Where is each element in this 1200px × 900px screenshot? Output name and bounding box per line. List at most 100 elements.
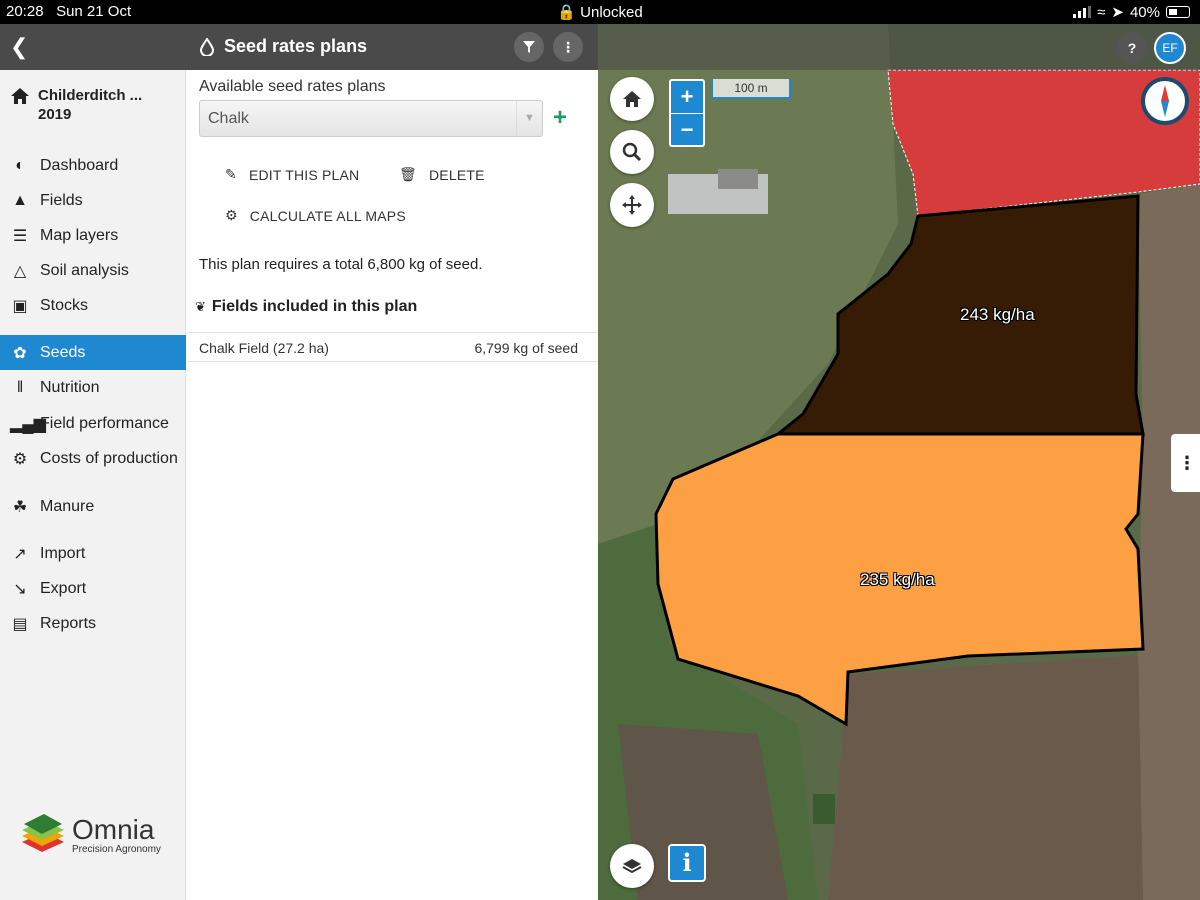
sidebar-item-label: Manure	[40, 497, 95, 515]
layers-map-button[interactable]	[610, 844, 654, 888]
compass-needle-icon	[1161, 85, 1169, 117]
header-title-group: Seed rates plans	[200, 36, 367, 57]
scale-bar: 100 m	[711, 79, 791, 99]
app-header: ❮ Seed rates plans ⋮	[0, 24, 598, 70]
add-plan-button[interactable]: +	[553, 104, 567, 132]
search-icon	[622, 142, 642, 162]
vertical-dots-icon: ⋮	[1178, 452, 1196, 473]
sidebar-item-label: Field performance	[40, 414, 169, 432]
help-button[interactable]: ?	[1116, 32, 1148, 64]
wifi-icon: ≈	[1097, 3, 1106, 21]
sidebar-item-fields[interactable]: ▲ Fields	[0, 183, 186, 218]
home-icon	[11, 88, 29, 104]
sidebar-item-label: Export	[40, 579, 87, 597]
sidebar-item-nutrition[interactable]: ‖ Nutrition	[0, 370, 186, 405]
zone-rate-label: 235 kg/ha	[860, 570, 935, 589]
sidebar-item-manure[interactable]: ☘ Manure	[0, 489, 186, 524]
signal-icon	[1073, 6, 1092, 18]
status-indicators: ≈ ➤ 40%	[1073, 3, 1190, 21]
reports-icon: ▤	[12, 615, 28, 633]
sidebar-item-seeds[interactable]: ✿ Seeds	[0, 335, 186, 370]
search-map-button[interactable]	[610, 130, 654, 174]
omnia-logo-icon	[22, 814, 64, 852]
farm-selector[interactable]: Childerditch ... 2019	[10, 86, 142, 124]
page-title: Seed rates plans	[224, 36, 368, 56]
zoom-control: + −	[669, 79, 705, 147]
sidebar-item-label: Dashboard	[40, 156, 119, 174]
layers-icon	[622, 859, 642, 874]
edit-plan-label: EDIT THIS PLAN	[248, 166, 360, 183]
gauge-icon: ◐	[15, 156, 25, 174]
zoom-in-button[interactable]: +	[671, 81, 703, 113]
logo-tagline: Precision Agronomy	[72, 843, 161, 855]
bar-chart-icon: ▂▄▆	[10, 415, 46, 433]
status-bar: 20:28 Sun 21 Oct 🔒 Unlocked ≈ ➤ 40%	[0, 0, 1200, 24]
table-row[interactable]: Chalk Field (27.2 ha) 6,799 kg of seed	[187, 332, 598, 362]
sidebar-item-export[interactable]: ↘ Export	[0, 571, 186, 606]
plans-label: Available seed rates plans	[199, 78, 386, 95]
field-seed-amount: 6,799 kg of seed	[474, 340, 578, 356]
locate-map-button[interactable]	[610, 183, 654, 227]
utensils-icon: ‖	[16, 378, 24, 396]
sidebar-item-stocks[interactable]: ▣ Stocks	[0, 288, 186, 323]
sidebar-item-label: Stocks	[40, 296, 89, 314]
home-icon	[623, 91, 641, 107]
map-top-bar: ? EF	[598, 24, 1200, 70]
fields-icon: ▲	[12, 191, 28, 209]
omnia-logo: Omnia Precision Agronomy	[18, 812, 161, 858]
sidebar-item-label: Nutrition	[40, 378, 100, 396]
sidebar-item-costs-of-production[interactable]: ⚙ Costs of production	[0, 441, 186, 476]
sidebar: Childerditch ... 2019 ◐ Dashboard ▲ Fiel…	[0, 70, 186, 900]
farm-name: Childerditch ...	[38, 87, 143, 104]
filter-icon	[523, 41, 535, 53]
gear-icon: ⚙	[225, 207, 238, 223]
move-crosshair-icon	[622, 195, 642, 215]
vertical-dots-icon: ⋮	[561, 38, 575, 55]
home-map-button[interactable]	[610, 77, 654, 121]
info-button[interactable]: i	[668, 844, 706, 882]
sidebar-item-map-layers[interactable]: ☰ Map layers	[0, 218, 186, 253]
calculate-maps-label: CALCULATE ALL MAPS	[249, 207, 406, 224]
sidebar-item-label: Fields	[40, 191, 83, 209]
compass-icon[interactable]	[1141, 77, 1189, 125]
delete-plan-label: DELETE	[428, 166, 485, 183]
plan-select[interactable]: Chalk ▼	[199, 100, 543, 137]
export-arrow-icon: ↘	[13, 580, 27, 598]
eraser-icon: ✎	[225, 166, 237, 182]
filter-button[interactable]	[514, 32, 544, 62]
layers-icon: ☰	[12, 227, 28, 245]
lock-status-label: Unlocked	[580, 4, 643, 21]
sidebar-item-label: Import	[40, 544, 86, 562]
delete-plan-button[interactable]: 🗑 DELETE	[399, 166, 485, 183]
field-zones-overlay	[654, 69, 1200, 727]
sidebar-item-import[interactable]: ↗ Import	[0, 536, 186, 571]
lock-icon: 🔒	[557, 4, 576, 21]
dropdown-arrow-icon: ▼	[516, 101, 542, 136]
back-chevron-icon[interactable]: ❮	[10, 34, 30, 60]
farm-year: 2019	[38, 106, 72, 123]
side-panel-toggle[interactable]: ⋮	[1171, 434, 1200, 492]
sidebar-item-field-performance[interactable]: ▂▄▆ Field performance	[0, 406, 186, 441]
lock-status: 🔒 Unlocked	[0, 3, 1200, 21]
field-name: Chalk Field (27.2 ha)	[199, 340, 329, 356]
sidebar-item-dashboard[interactable]: ◐ Dashboard	[0, 148, 186, 183]
map-view[interactable]: 243 kg/ha 235 kg/ha ? EF + − 100 m ⋮ i	[598, 24, 1200, 900]
fields-heading-label: Fields included in this plan	[211, 298, 418, 315]
gear-coin-icon: ⚙	[12, 450, 28, 468]
sidebar-item-soil-analysis[interactable]: △ Soil analysis	[0, 253, 186, 288]
sidebar-item-label: Map layers	[40, 226, 119, 244]
logo-brand: Omnia	[72, 813, 155, 845]
edit-plan-button[interactable]: ✎ EDIT THIS PLAN	[225, 166, 359, 183]
sidebar-item-label: Costs of production	[40, 449, 178, 467]
avatar[interactable]: EF	[1154, 32, 1186, 64]
calculate-maps-button[interactable]: ⚙ CALCULATE ALL MAPS	[225, 207, 406, 224]
more-options-button[interactable]: ⋮	[553, 32, 583, 62]
plan-select-value: Chalk	[208, 110, 249, 127]
sidebar-item-reports[interactable]: ▤ Reports	[0, 606, 186, 641]
fields-heading: ❦ Fields included in this plan	[195, 298, 417, 316]
sidebar-item-label: Seeds	[40, 343, 86, 361]
location-icon: ➤	[1111, 4, 1124, 21]
sprout-icon: ☘	[12, 498, 28, 516]
zoom-out-button[interactable]: −	[671, 113, 703, 145]
sidebar-item-label: Reports	[40, 614, 97, 632]
